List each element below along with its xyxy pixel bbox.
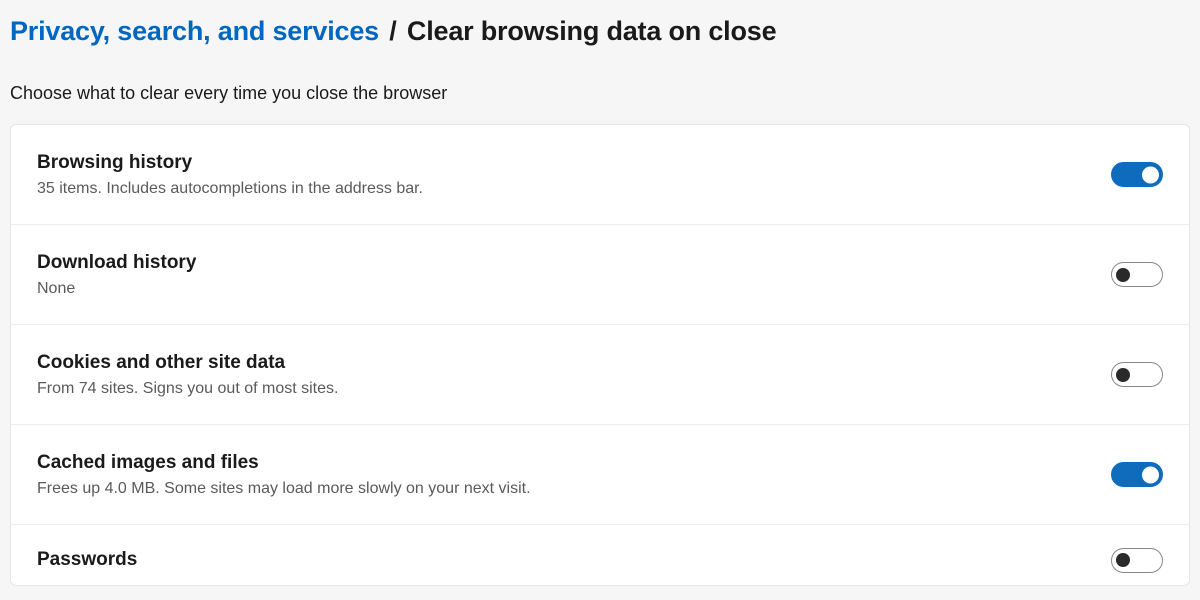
toggle-knob-icon [1116,553,1130,567]
row-text: Cookies and other site data From 74 site… [37,352,338,398]
breadcrumb-current: Clear browsing data on close [407,16,777,46]
row-title: Download history [37,252,196,274]
row-desc: From 74 sites. Signs you out of most sit… [37,380,338,398]
row-passwords: Passwords [11,525,1189,585]
toggle-browsing-history[interactable] [1111,162,1163,187]
row-cookies: Cookies and other site data From 74 site… [11,325,1189,425]
toggle-knob-icon [1142,166,1159,183]
row-title: Browsing history [37,152,423,174]
row-desc: 35 items. Includes autocompletions in th… [37,180,423,198]
row-cached-images: Cached images and files Frees up 4.0 MB.… [11,425,1189,525]
row-title: Cookies and other site data [37,352,338,374]
toggle-download-history[interactable] [1111,262,1163,287]
row-desc: Frees up 4.0 MB. Some sites may load mor… [37,480,531,498]
row-title: Passwords [37,549,137,571]
row-download-history: Download history None [11,225,1189,325]
toggle-knob-icon [1142,466,1159,483]
settings-panel: Browsing history 35 items. Includes auto… [10,124,1190,586]
row-text: Download history None [37,252,196,298]
toggle-passwords[interactable] [1111,548,1163,573]
row-text: Browsing history 35 items. Includes auto… [37,152,423,198]
toggle-knob-icon [1116,368,1130,382]
breadcrumb: Privacy, search, and services / Clear br… [10,16,1190,47]
row-text: Passwords [37,549,137,571]
toggle-cookies[interactable] [1111,362,1163,387]
breadcrumb-parent-link[interactable]: Privacy, search, and services [10,16,379,46]
row-title: Cached images and files [37,452,531,474]
row-text: Cached images and files Frees up 4.0 MB.… [37,452,531,498]
row-browsing-history: Browsing history 35 items. Includes auto… [11,125,1189,225]
toggle-knob-icon [1116,268,1130,282]
toggle-cached-images[interactable] [1111,462,1163,487]
page-subtitle: Choose what to clear every time you clos… [10,83,1190,104]
row-desc: None [37,280,196,298]
breadcrumb-separator: / [389,16,396,46]
settings-page: Privacy, search, and services / Clear br… [0,0,1200,586]
